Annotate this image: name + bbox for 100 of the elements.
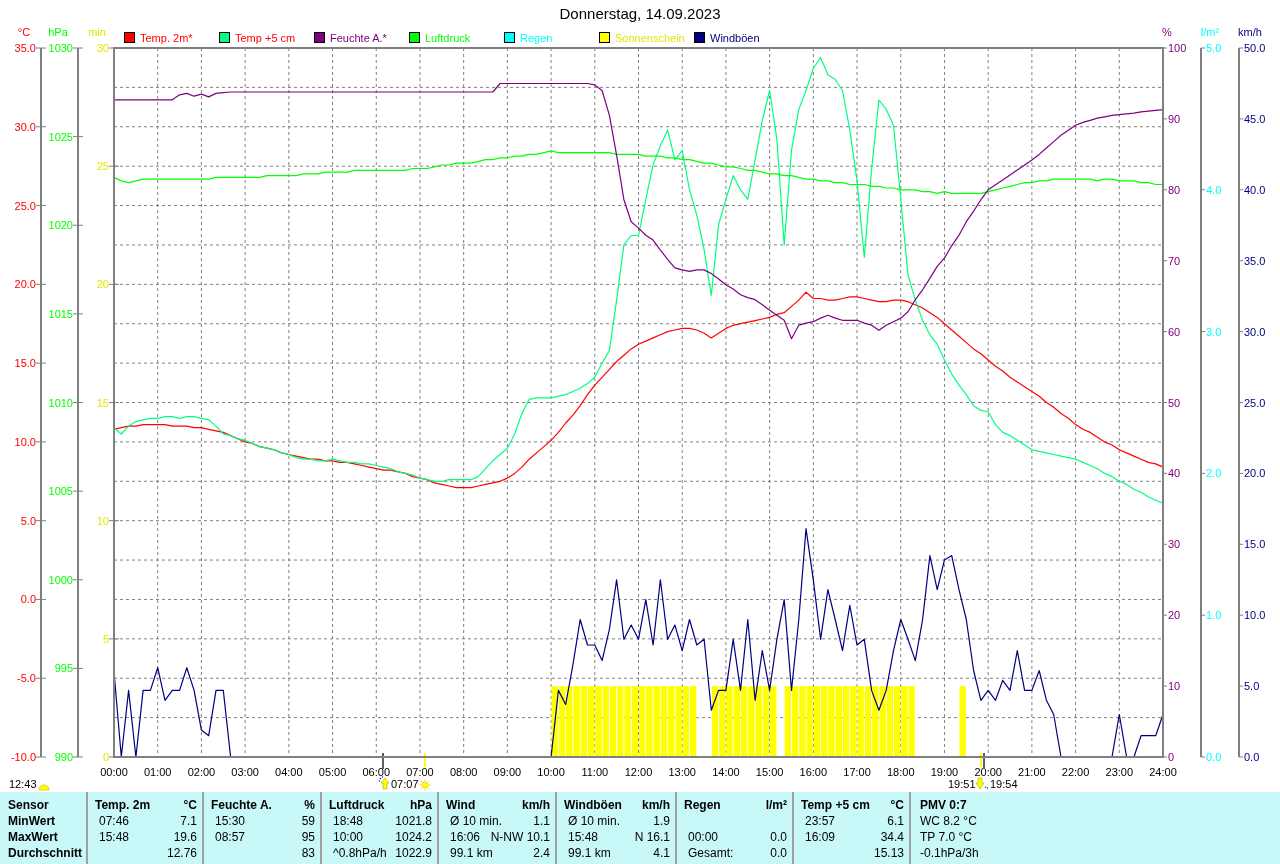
time-axis-label: 18:00 <box>887 766 915 778</box>
axis-tick-label: 5 <box>102 632 109 645</box>
table-cell: WC 8.2 °C <box>920 814 977 828</box>
table-cell: Ø 10 min. <box>568 813 621 829</box>
axis-tick-label: 50.0 <box>1244 42 1266 54</box>
axis-tick-label: 30 <box>96 42 109 54</box>
time-axis-label: 06:00 <box>362 766 390 778</box>
time-axis-label: 02:00 <box>187 766 216 778</box>
time-axis-label: 12:00 <box>624 766 653 778</box>
column-header: Feuchte A. <box>211 797 272 813</box>
unit-label: l/m² <box>765 797 787 813</box>
time-axis-label: 19:00 <box>930 766 959 778</box>
axis-tick-label: 10 <box>96 514 109 527</box>
unit-label: hPa <box>410 797 432 813</box>
table-cell: 15:48 <box>99 829 130 845</box>
table-cell: 1.1 <box>533 813 550 829</box>
axis-tick-label: 1010 <box>48 396 73 409</box>
column-header: Sensor <box>8 798 49 812</box>
axis-tick-label: 40.0 <box>1244 183 1266 196</box>
time-marker <box>382 752 384 770</box>
time-axis-label: 20:00 <box>974 766 1002 778</box>
time-marker <box>983 752 985 770</box>
axis-tick-label: 20.0 <box>1244 467 1266 480</box>
time-axis-label: 05:00 <box>318 766 347 778</box>
table-cell: -0.1hPa/3h <box>920 846 979 860</box>
axis-tick-label: 5.0 <box>20 514 36 527</box>
axis-tick-label: 1015 <box>48 307 73 320</box>
table-cell: 15.13 <box>873 845 904 861</box>
time-axis-label: 22:00 <box>1061 766 1090 778</box>
axis-tick-label: -10.0 <box>10 751 36 763</box>
table-cell: 10:00 <box>333 829 364 845</box>
row-label: Durchschnitt <box>8 846 82 860</box>
table-cell: 00:00 <box>688 829 719 845</box>
time-axis-label: 17:00 <box>843 766 871 778</box>
unit-label: °C <box>890 797 904 813</box>
axis-tick-label: 80 <box>1168 183 1181 196</box>
sunset-time-label: 19:51 <box>948 778 976 790</box>
up-arrow-icon <box>378 776 390 790</box>
half-sun-icon <box>38 784 50 791</box>
axis-tick-label: 1030 <box>48 42 73 54</box>
axis-tick-label: 3.0 <box>1206 325 1222 338</box>
time-axis-label: 10:00 <box>537 766 565 778</box>
axis-tick-label: 1005 <box>48 485 73 498</box>
table-cell: 16:06 <box>450 829 481 845</box>
unit-label: % <box>304 797 315 813</box>
axis-tick-label: 70 <box>1168 254 1181 267</box>
table-cell: N-NW 10.1 <box>490 829 550 845</box>
axis-tick-label: 1.0 <box>1206 609 1222 622</box>
axis-tick-label: 25.0 <box>1244 396 1266 409</box>
table-cell: 18:48 <box>333 813 364 829</box>
axis-tick-label: 45.0 <box>1244 112 1266 125</box>
time-axis-label: 24:00 <box>1149 766 1177 778</box>
table-cell: 7.1 <box>180 813 197 829</box>
unit-label: km/h <box>522 797 550 813</box>
sun-icon <box>419 779 431 791</box>
axis-tick-label: 35.0 <box>14 42 36 54</box>
down-arrow-icon <box>975 777 989 790</box>
time-axis-label: 07:00 <box>406 766 434 778</box>
axis-tick-label: 10.0 <box>1244 609 1266 622</box>
legend-label: Feuchte A.* <box>330 32 387 44</box>
table-cell: 12.76 <box>166 845 197 861</box>
axis-tick-label: 25.0 <box>14 199 36 212</box>
chart-title: Donnerstag, 14.09.2023 <box>559 5 721 24</box>
table-cell: 4.1 <box>653 845 670 861</box>
table-cell: 99.1 km <box>450 845 493 861</box>
column-header: PMV 0:7 <box>920 798 967 812</box>
axis-tick-label: 1025 <box>48 130 73 143</box>
table-cell: ^0.8hPa/h <box>333 845 387 861</box>
table-cell: 23:57 <box>805 813 836 829</box>
time-axis-label: 23:00 <box>1105 766 1134 778</box>
time-axis-label: 04:00 <box>275 766 303 778</box>
axis-tick-label: 5.0 <box>1206 42 1222 54</box>
axis-tick-label: 25 <box>96 160 109 173</box>
table-cell: 07:46 <box>99 813 130 829</box>
legend-label: Sonnenschein <box>615 32 685 44</box>
time-axis-label: 21:00 <box>1018 766 1046 778</box>
table-cell: 0.0 <box>770 829 787 845</box>
table-cell: Gesamt: <box>688 845 734 861</box>
time-axis-label: 13:00 <box>668 766 696 778</box>
table-cell: 99.1 km <box>568 845 611 861</box>
table-cell: 1022.9 <box>395 845 432 861</box>
sun-time-marker <box>980 752 982 768</box>
column-header: Temp +5 cm <box>801 797 870 813</box>
axis-tick-label: 1020 <box>48 219 73 232</box>
axis-tick-label: 30 <box>1168 538 1181 551</box>
table-cell: 2.4 <box>533 845 550 861</box>
table-cell: 1.9 <box>653 813 670 829</box>
time-axis-label: 08:00 <box>449 766 478 778</box>
axis-tick-label: 0.0 <box>1244 751 1260 763</box>
time-axis-label: 03:00 <box>231 766 259 778</box>
sun-time-marker <box>424 752 426 768</box>
axis-tick-label: 20 <box>96 278 109 291</box>
table-cell: 1021.8 <box>395 813 432 829</box>
sunset-time-label: 19:54 <box>990 778 1018 790</box>
axis-tick-label: 40 <box>1168 467 1181 480</box>
axis-tick-label: 100 <box>1168 42 1187 54</box>
axis-tick-label: 20 <box>1168 609 1181 622</box>
axis-unit-label: l/m² <box>1200 26 1220 38</box>
table-cell: 15:48 <box>568 829 599 845</box>
axis-tick-label: 15 <box>96 396 109 409</box>
